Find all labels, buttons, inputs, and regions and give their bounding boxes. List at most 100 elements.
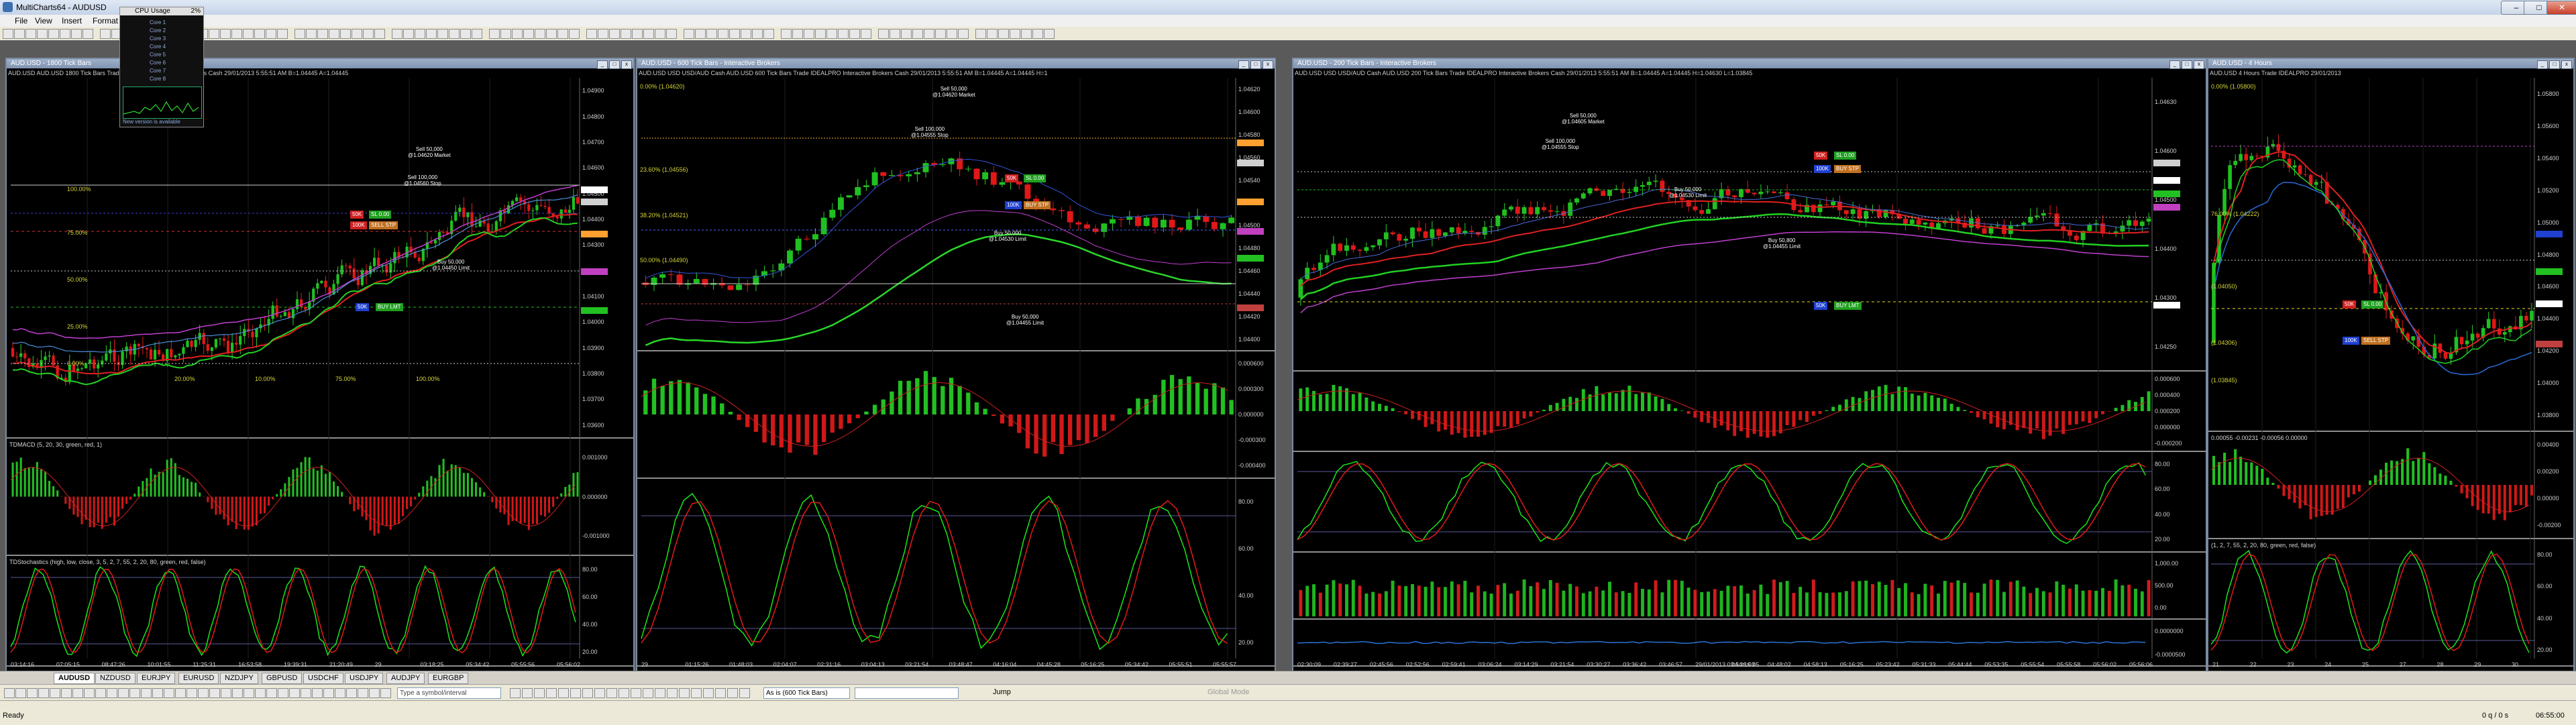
order-qty-tag[interactable]: 100K	[1814, 165, 1831, 173]
toolbar-button[interactable]	[460, 29, 471, 39]
toolbar-button[interactable]	[569, 29, 580, 39]
tab-usdjpy[interactable]: USDJPY	[345, 673, 384, 684]
toolbar-button[interactable]	[243, 29, 254, 39]
drawing-tool-button[interactable]	[95, 688, 106, 698]
drawing-tool-button[interactable]	[164, 688, 174, 698]
toolbar-button[interactable]	[415, 29, 425, 39]
toolbar-button[interactable]	[752, 29, 763, 39]
tab-audusd[interactable]: AUDUSD	[54, 673, 95, 684]
interval-dropdown[interactable]: As is (600 Tick Bars)	[763, 687, 850, 699]
toolbar-button[interactable]	[306, 29, 317, 39]
tab-eurjpy[interactable]: EURJPY	[137, 673, 176, 684]
drawing-tool-button[interactable]	[72, 688, 83, 698]
toolbar-button[interactable]	[48, 29, 59, 39]
drawing-tool-button[interactable]	[118, 688, 129, 698]
order-qty-tag[interactable]: 50K	[356, 303, 370, 311]
tool-button[interactable]	[631, 688, 641, 698]
order-type-tag[interactable]: BUY STP	[1024, 201, 1051, 209]
toolbar-button[interactable]	[586, 29, 597, 39]
chart-window-600-tick[interactable]: AUD.USD - 600 Tick Bars - Interactive Br…	[636, 58, 1276, 673]
order-sl-tag[interactable]: SL 0.00	[1024, 174, 1046, 182]
drawing-tool-button[interactable]	[266, 688, 277, 698]
drawing-tool-button[interactable]	[358, 688, 368, 698]
tool-button[interactable]	[715, 688, 726, 698]
drawing-tool-button[interactable]	[369, 688, 380, 698]
drawing-tool-button[interactable]	[221, 688, 231, 698]
toolbar-button[interactable]	[437, 29, 448, 39]
drawing-tool-button[interactable]	[84, 688, 95, 698]
toolbar-button[interactable]	[546, 29, 557, 39]
order-qty-tag[interactable]: 50K	[350, 211, 364, 219]
tab-nzdjpy[interactable]: NZDJPY	[220, 673, 258, 684]
menu-insert[interactable]: Insert	[62, 16, 82, 25]
chart-window-4-hours[interactable]: AUD.USD - 4 Hours _ □ x AUD.USD 4 Hours Tr…	[2207, 58, 2575, 673]
toolbar-button[interactable]	[512, 29, 523, 39]
drawing-tool-button[interactable]	[61, 688, 72, 698]
toolbar-button[interactable]	[684, 29, 694, 39]
toolbar-button[interactable]	[878, 29, 889, 39]
toolbar-button[interactable]	[37, 29, 48, 39]
toolbar-button[interactable]	[781, 29, 792, 39]
drawing-tool-button[interactable]	[152, 688, 163, 698]
toolbar-button[interactable]	[489, 29, 500, 39]
toolbar-button[interactable]	[231, 29, 242, 39]
tool-button[interactable]	[510, 688, 521, 698]
order-type-tag[interactable]: SELL STP	[2361, 337, 2391, 345]
toolbar-button[interactable]	[838, 29, 849, 39]
toolbar-button[interactable]	[3, 29, 13, 39]
toolbar-button[interactable]	[666, 29, 677, 39]
toolbar-button[interactable]	[815, 29, 826, 39]
order-sl-tag[interactable]: SL 0.00	[369, 211, 392, 219]
drawing-tool-button[interactable]	[232, 688, 243, 698]
toolbar-button[interactable]	[294, 29, 305, 39]
order-type-tag[interactable]: SELL STP	[369, 221, 398, 229]
toolbar-button[interactable]	[890, 29, 900, 39]
toolbar-button[interactable]	[374, 29, 385, 39]
menu-format[interactable]: Format	[93, 16, 118, 25]
toolbar-button[interactable]	[317, 29, 328, 39]
order-qty-tag[interactable]: 50K	[1814, 152, 1828, 160]
toolbar-button[interactable]	[718, 29, 729, 39]
tool-button[interactable]	[643, 688, 653, 698]
tool-button[interactable]	[606, 688, 617, 698]
tab-eurusd[interactable]: EURUSD	[178, 673, 219, 684]
tab-eurgbp[interactable]: EURGBP	[428, 673, 469, 684]
toolbar-button[interactable]	[340, 29, 351, 39]
order-qty-tag[interactable]: 100K	[2343, 337, 2359, 345]
toolbar-button[interactable]	[329, 29, 339, 39]
drawing-tool-button[interactable]	[38, 688, 49, 698]
order-qty-tag[interactable]: 50K	[1005, 174, 1019, 182]
toolbar-button[interactable]	[472, 29, 482, 39]
tool-button[interactable]	[739, 688, 750, 698]
drawing-tool-button[interactable]	[129, 688, 140, 698]
tool-button[interactable]	[619, 688, 629, 698]
toolbar-button[interactable]	[1021, 29, 1032, 39]
toolbar-button[interactable]	[947, 29, 957, 39]
tool-button[interactable]	[655, 688, 665, 698]
tool-button[interactable]	[691, 688, 702, 698]
global-mode-toggle[interactable]: Global Mode	[1208, 688, 1249, 696]
tool-button[interactable]	[594, 688, 605, 698]
tool-button[interactable]	[667, 688, 678, 698]
drawing-tool-button[interactable]	[335, 688, 345, 698]
tool-button[interactable]	[534, 688, 545, 698]
toolbar-button[interactable]	[901, 29, 912, 39]
drawing-tool-button[interactable]	[380, 688, 391, 698]
drawing-tool-button[interactable]	[289, 688, 300, 698]
drawing-tool-button[interactable]	[312, 688, 323, 698]
menu-file[interactable]: File	[15, 16, 28, 25]
toolbar-button[interactable]	[958, 29, 969, 39]
toolbar-button[interactable]	[924, 29, 934, 39]
order-sl-tag[interactable]: SL 0.00	[2361, 300, 2384, 309]
toolbar-button[interactable]	[1010, 29, 1020, 39]
drawing-tool-button[interactable]	[346, 688, 357, 698]
toolbar-button[interactable]	[60, 29, 70, 39]
drawing-tool-button[interactable]	[323, 688, 334, 698]
toolbar-button[interactable]	[741, 29, 751, 39]
order-type-tag[interactable]: BUY LMT	[376, 303, 403, 311]
drawing-tool-button[interactable]	[198, 688, 209, 698]
order-type-tag[interactable]: BUY STP	[1834, 165, 1862, 173]
close-button[interactable]: ✕	[2546, 1, 2576, 15]
toolbar-button[interactable]	[826, 29, 837, 39]
cpu-usage-widget[interactable]: CPU Usage 2% Core 1 Core 2 Core 3 Core 4 …	[119, 7, 204, 127]
